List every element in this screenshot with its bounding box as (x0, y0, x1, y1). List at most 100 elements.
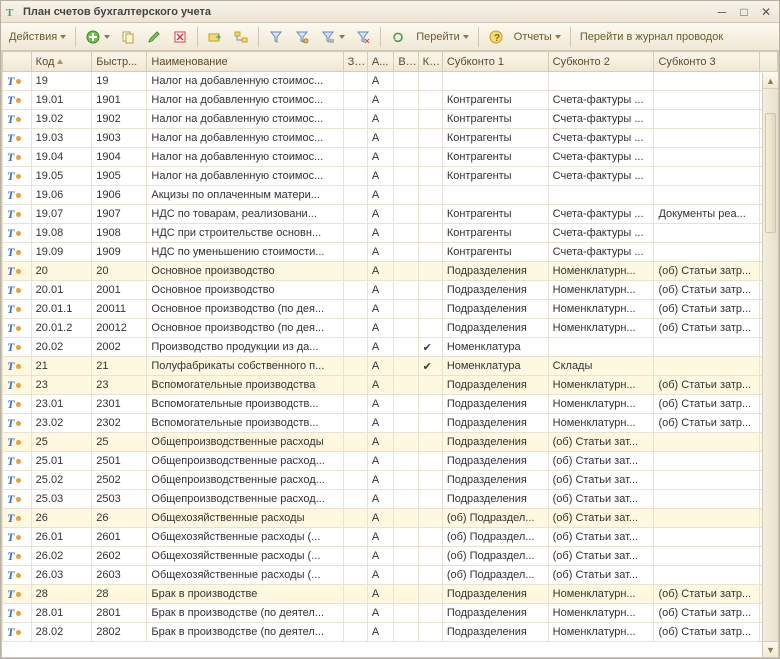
cell-z (343, 262, 367, 281)
col-code[interactable]: Код (31, 52, 92, 72)
table-row[interactable]: T2121Полуфабрикаты собственного п...А✔Но… (3, 357, 778, 376)
sort-asc-icon (57, 59, 63, 64)
move-button[interactable] (203, 26, 227, 48)
table-row[interactable]: T19.021902Налог на добавленную стоимос..… (3, 110, 778, 129)
cell-z (343, 224, 367, 243)
col-fast[interactable]: Быстр... (92, 52, 147, 72)
cell-sub2: Счета-фактуры ... (548, 205, 654, 224)
table-row[interactable]: T20.01.220012Основное производство (по д… (3, 319, 778, 338)
table-row[interactable]: T26.032603Общехозяйственные расходы (...… (3, 566, 778, 585)
cell-fast: 2302 (92, 414, 147, 433)
actions-menu[interactable]: Действия (5, 26, 70, 48)
table-row[interactable]: T26.012601Общехозяйственные расходы (...… (3, 528, 778, 547)
table-row[interactable]: T19.011901Налог на добавленную стоимос..… (3, 91, 778, 110)
table-row[interactable]: T23.012301Вспомогательные производств...… (3, 395, 778, 414)
cell-z (343, 528, 367, 547)
cell-v (394, 224, 418, 243)
table-row[interactable]: T20.022002Производство продукции из да..… (3, 338, 778, 357)
cell-a: А (367, 224, 393, 243)
table-row[interactable]: T2323Вспомогательные производстваАПодраз… (3, 376, 778, 395)
table-row[interactable]: T20.012001Основное производствоАПодразде… (3, 281, 778, 300)
scroll-down-icon[interactable]: ▼ (763, 641, 778, 657)
table-row[interactable]: T19.041904Налог на добавленную стоимос..… (3, 148, 778, 167)
cell-sub3: (об) Статьи затр... (654, 395, 760, 414)
maximize-button[interactable]: □ (735, 4, 753, 20)
cell-name: НДС по товарам, реализовани... (147, 205, 343, 224)
cell-sub2: (об) Статьи зат... (548, 490, 654, 509)
account-icon: T (7, 511, 21, 525)
refresh-button[interactable] (386, 26, 410, 48)
table-row[interactable]: T19.031903Налог на добавленную стоимос..… (3, 129, 778, 148)
reports-menu[interactable]: Отчеты (510, 26, 565, 48)
cell-sub1: Контрагенты (442, 205, 548, 224)
table-row[interactable]: T19.091909НДС по уменьшению стоимости...… (3, 243, 778, 262)
cell-name: НДС при строительстве основн... (147, 224, 343, 243)
col-sub1[interactable]: Субконто 1 (442, 52, 548, 72)
edit-button[interactable] (142, 26, 166, 48)
cell-name: Основное производство (по дея... (147, 319, 343, 338)
copy-button[interactable] (116, 26, 140, 48)
table-row[interactable]: T1919Налог на добавленную стоимос...А (3, 72, 778, 91)
cell-sub1: Контрагенты (442, 91, 548, 110)
table-row[interactable]: T19.081908НДС при строительстве основн..… (3, 224, 778, 243)
goto-menu[interactable]: Перейти (412, 26, 473, 48)
vertical-scrollbar[interactable]: ▲ ▼ (762, 73, 778, 657)
col-icon[interactable] (3, 52, 32, 72)
table-row[interactable]: T25.022502Общепроизводственные расход...… (3, 471, 778, 490)
delete-button[interactable] (168, 26, 192, 48)
col-k[interactable]: К... (418, 52, 442, 72)
filter1-button[interactable] (264, 26, 288, 48)
cell-k (418, 376, 442, 395)
col-sub3[interactable]: Субконто 3 (654, 52, 760, 72)
col-v[interactable]: В... (394, 52, 418, 72)
table-row[interactable]: T26.022602Общехозяйственные расходы (...… (3, 547, 778, 566)
journal-label: Перейти в журнал проводок (580, 31, 723, 43)
journal-link[interactable]: Перейти в журнал проводок (576, 26, 727, 48)
cell-k (418, 281, 442, 300)
cell-name: Общехозяйственные расходы (... (147, 547, 343, 566)
table-row[interactable]: T2626Общехозяйственные расходыА(об) Подр… (3, 509, 778, 528)
table-row[interactable]: T28.022802Брак в производстве (по деятел… (3, 623, 778, 642)
table-row[interactable]: T2525Общепроизводственные расходыАПодраз… (3, 433, 778, 452)
cell-k (418, 566, 442, 585)
col-name[interactable]: Наименование (147, 52, 343, 72)
table-row[interactable]: T19.071907НДС по товарам, реализовани...… (3, 205, 778, 224)
col-sub2[interactable]: Субконто 2 (548, 52, 654, 72)
table-row[interactable]: T19.061906Акцизы по оплаченным матери...… (3, 186, 778, 205)
accounts-table[interactable]: Код Быстр... Наименование З... А... В...… (2, 51, 778, 642)
table-row[interactable]: T25.032503Общепроизводственные расход...… (3, 490, 778, 509)
cell-code: 26 (31, 509, 92, 528)
col-a[interactable]: А... (367, 52, 393, 72)
scroll-thumb[interactable] (765, 113, 776, 233)
cell-v (394, 91, 418, 110)
close-button[interactable]: ✕ (757, 4, 775, 20)
table-row[interactable]: T2828Брак в производствеАПодразделенияНо… (3, 585, 778, 604)
filter-clear-button[interactable] (351, 26, 375, 48)
hierarchy-button[interactable] (229, 26, 253, 48)
pencil-icon (146, 29, 162, 45)
filter3-button[interactable] (316, 26, 349, 48)
table-row[interactable]: T2020Основное производствоАПодразделения… (3, 262, 778, 281)
cell-icon: T (3, 167, 32, 186)
table-row[interactable]: T19.051905Налог на добавленную стоимос..… (3, 167, 778, 186)
separator (258, 27, 259, 47)
cell-name: Основное производство (147, 262, 343, 281)
cell-v (394, 433, 418, 452)
help-button[interactable]: ? (484, 26, 508, 48)
cell-k: ✔ (418, 338, 442, 357)
cell-z (343, 452, 367, 471)
add-button[interactable] (81, 26, 114, 48)
cell-sub2: Счета-фактуры ... (548, 243, 654, 262)
table-row[interactable]: T25.012501Общепроизводственные расход...… (3, 452, 778, 471)
col-z[interactable]: З... (343, 52, 367, 72)
check-icon: ✔ (423, 361, 432, 373)
table-row[interactable]: T28.012801Брак в производстве (по деятел… (3, 604, 778, 623)
cell-fast: 2602 (92, 547, 147, 566)
scroll-up-icon[interactable]: ▲ (763, 73, 778, 89)
minimize-button[interactable]: ─ (713, 4, 731, 20)
cell-k (418, 585, 442, 604)
table-row[interactable]: T23.022302Вспомогательные производств...… (3, 414, 778, 433)
cell-sub2: Счета-фактуры ... (548, 148, 654, 167)
table-row[interactable]: T20.01.120011Основное производство (по д… (3, 300, 778, 319)
filter2-button[interactable] (290, 26, 314, 48)
